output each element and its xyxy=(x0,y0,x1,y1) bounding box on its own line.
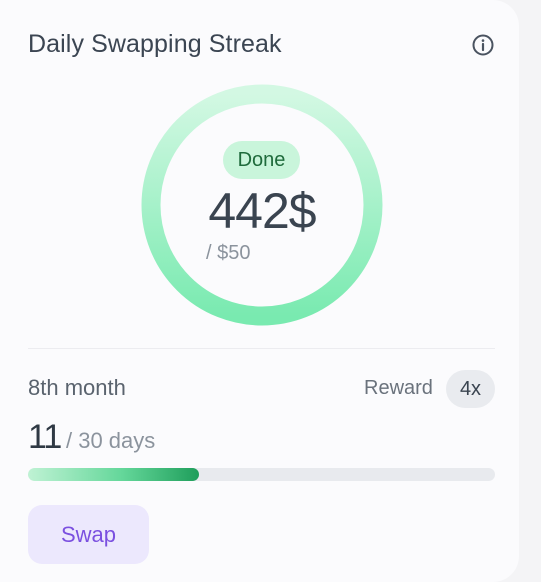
reward-label: Reward xyxy=(364,377,433,399)
card-title: Daily Swapping Streak xyxy=(28,30,282,58)
streak-progress-bar xyxy=(28,468,495,481)
streak-progress-fill xyxy=(28,468,200,481)
goal-target: / $50 xyxy=(206,242,251,264)
reward-multiplier-badge: 4x xyxy=(446,370,495,408)
status-badge: Done xyxy=(223,141,300,179)
streak-period: 8th month xyxy=(28,375,126,400)
divider xyxy=(28,348,495,349)
goal-amount: 442$ xyxy=(208,183,316,239)
swap-button[interactable]: Swap xyxy=(28,505,149,564)
info-icon[interactable] xyxy=(471,33,495,57)
days-total: / 30 days xyxy=(66,428,156,453)
days-count: 11 xyxy=(28,418,62,456)
streak-card: Daily Swapping Streak Done 442$ / $50 8t… xyxy=(0,0,519,582)
